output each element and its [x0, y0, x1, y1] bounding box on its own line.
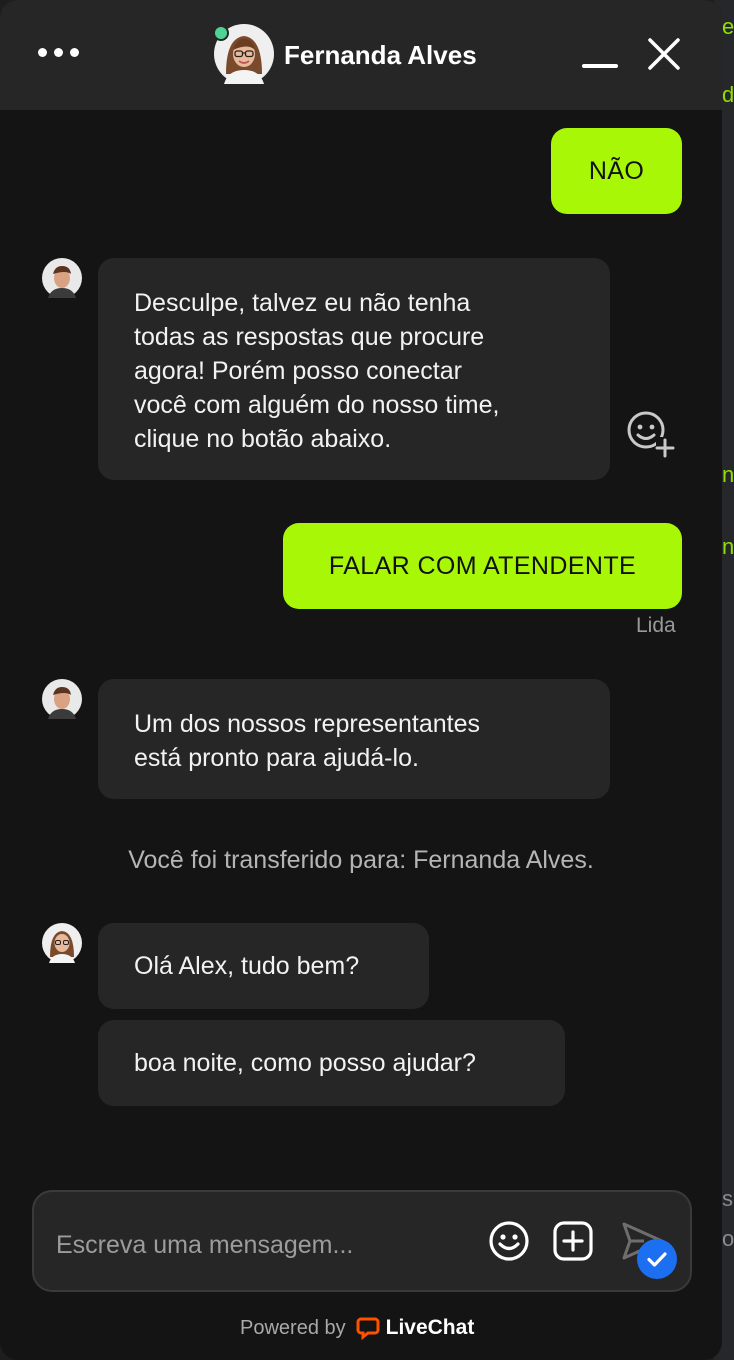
read-status: Lida: [636, 614, 676, 637]
outgoing-message: NÃO: [551, 128, 682, 214]
online-status-indicator: [213, 25, 229, 41]
message-text: FALAR COM ATENDENTE: [328, 551, 637, 580]
bot-avatar: [42, 679, 82, 719]
message-text: boa noite, como posso ajudar?: [134, 1049, 476, 1077]
message-line: agora! Porém posso conectar: [134, 357, 462, 385]
message-composer: [32, 1190, 692, 1292]
background-text-fragment: n: [722, 534, 734, 559]
chat-widget: Fernanda Alves NÃO Desculpe, talvez eu n…: [0, 0, 722, 1360]
incoming-message: Um dos nossos representantes está pronto…: [98, 679, 610, 799]
message-line: clique no botão abaixo.: [134, 425, 392, 453]
minimize-button[interactable]: [580, 38, 620, 70]
incoming-message: boa noite, como posso ajudar?: [98, 1020, 565, 1106]
message-line: você com alguém do nosso time,: [134, 391, 500, 419]
incoming-message: Olá Alex, tudo bem?: [98, 923, 429, 1009]
agent-avatar-small: [42, 923, 82, 963]
message-text: NÃO: [588, 156, 645, 185]
system-message: Você foi transferido para: Fernanda Alve…: [128, 846, 594, 874]
message-line: Desculpe, talvez eu não tenha: [134, 289, 471, 317]
livechat-brand-name: LiveChat: [385, 1316, 475, 1339]
background-text-fragment: o: [722, 1226, 734, 1251]
emoji-icon[interactable]: [488, 1220, 530, 1262]
message-line: todas as respostas que procure: [134, 323, 485, 351]
powered-by-footer: Powered by LiveChat: [240, 1316, 474, 1340]
add-attachment-icon[interactable]: [552, 1220, 594, 1262]
background-text-fragment: e: [722, 14, 734, 39]
bot-avatar: [42, 258, 82, 298]
message-input[interactable]: [54, 1224, 478, 1266]
powered-by-label: Powered by: [240, 1316, 346, 1339]
checkmark-badge-icon: [637, 1239, 677, 1279]
livechat-logo-icon: [356, 1317, 380, 1340]
message-line: Um dos nossos representantes: [134, 710, 481, 738]
chat-header: Fernanda Alves: [0, 0, 722, 110]
agent-name: Fernanda Alves: [284, 40, 477, 70]
more-options-button[interactable]: [38, 48, 84, 58]
background-text-fragment: d: [722, 82, 734, 107]
add-reaction-icon[interactable]: [624, 408, 676, 460]
message-line: está pronto para ajudá-lo.: [134, 744, 419, 772]
background-text-fragment: n: [722, 462, 734, 487]
background-text-fragment: s: [722, 1186, 733, 1211]
close-icon[interactable]: [646, 36, 682, 72]
more-dots-icon: [38, 48, 47, 57]
outgoing-message: FALAR COM ATENDENTE: [283, 523, 682, 609]
message-text: Olá Alex, tudo bem?: [134, 952, 360, 980]
incoming-message: Desculpe, talvez eu não tenha todas as r…: [98, 258, 610, 480]
livechat-brand-link[interactable]: LiveChat: [356, 1316, 475, 1340]
